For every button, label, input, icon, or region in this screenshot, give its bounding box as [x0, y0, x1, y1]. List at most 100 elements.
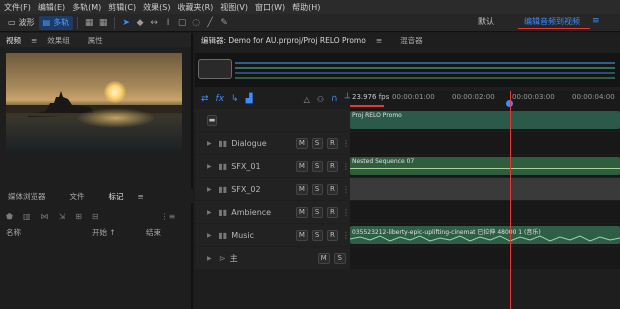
timeline-ruler[interactable]: 23.976 fps 00:00:01:00 00:00:02:00 00:00…	[350, 91, 620, 109]
spectral-view-icon[interactable]: ▦	[82, 17, 96, 29]
track-name[interactable]: Ambience	[231, 208, 292, 217]
waveform-button[interactable]: ▭ 波形	[4, 16, 39, 30]
solo-button[interactable]: S	[311, 137, 323, 149]
marquee-tool-icon[interactable]: ▢	[175, 17, 189, 29]
track-name[interactable]: Dialogue	[231, 139, 292, 148]
marker-add-icon[interactable]: ⬟	[6, 212, 13, 221]
menu-window[interactable]: 窗口(W)	[255, 2, 285, 13]
column-end[interactable]: 结束	[146, 227, 161, 238]
workspace-active[interactable]: 编辑音频到视频	[524, 16, 580, 27]
menu-effects[interactable]: 效果(S)	[143, 2, 170, 13]
eq-icon[interactable]: ▟	[246, 94, 253, 104]
solo-button[interactable]: S	[333, 252, 346, 264]
merge-icon[interactable]: ⋈	[41, 212, 49, 221]
tab-editor[interactable]: 编辑器: Demo for AU.prproj/Proj RELO Promo	[201, 35, 366, 46]
razor-tool-icon[interactable]: ◆	[133, 17, 147, 29]
solo-button[interactable]: S	[311, 229, 323, 241]
track-name[interactable]: SFX_02	[231, 185, 292, 194]
export-icon[interactable]: ⇲	[59, 212, 66, 221]
expand-arrow-icon[interactable]: ▶	[207, 232, 214, 239]
slip-tool-icon[interactable]: ↔	[147, 17, 161, 29]
music-clip[interactable]: 035523212-liberty-epic-uplifting-cinemat…	[350, 226, 620, 244]
record-button[interactable]: R	[326, 183, 339, 195]
record-button[interactable]: R	[326, 206, 339, 218]
track-lane[interactable]	[350, 178, 620, 200]
metronome-icon[interactable]: △	[304, 95, 310, 104]
track-name[interactable]: Music	[231, 231, 292, 240]
expand-arrow-icon[interactable]: ▶	[207, 163, 214, 170]
track-lane[interactable]: Nested Sequence 07	[350, 155, 620, 177]
multitrack-button[interactable]: ▤ 多轨	[38, 15, 74, 30]
expand-arrow-icon[interactable]: ▶	[207, 209, 214, 216]
spot-healing-icon[interactable]: ✎	[217, 17, 231, 29]
track-lane[interactable]: Proj RELO Promo	[350, 109, 620, 131]
video-clip[interactable]: Proj RELO Promo	[350, 111, 620, 129]
insert-playlist-icon[interactable]: ⊞	[75, 212, 82, 221]
more-icon[interactable]: ⋮	[342, 139, 350, 148]
mute-button[interactable]: M	[296, 229, 308, 241]
time-selection-icon[interactable]: I	[161, 17, 175, 29]
pitch-icon[interactable]: ⚇	[317, 95, 324, 104]
more-icon[interactable]: ⋮	[342, 231, 350, 240]
workspace-default[interactable]: 默认	[478, 16, 494, 27]
menu-multitrack[interactable]: 多轨(M)	[72, 2, 101, 13]
workspace-menu-icon[interactable]: ≡	[592, 16, 600, 26]
marker-options-icon[interactable]: ⋮≡	[161, 212, 176, 221]
menu-file[interactable]: 文件(F)	[4, 2, 31, 13]
session-overview[interactable]	[195, 53, 620, 87]
mute-button[interactable]: M	[296, 206, 308, 218]
pitch-view-icon[interactable]: ▦	[96, 17, 110, 29]
inputs-outputs-icon[interactable]: ⇄	[201, 94, 209, 104]
tab-effects-rack[interactable]: 效果组	[47, 35, 70, 46]
tab-files[interactable]: 文件	[70, 191, 85, 202]
tab-media-browser[interactable]: 媒体浏览器	[8, 191, 46, 202]
solo-button[interactable]: S	[311, 183, 323, 195]
solo-button[interactable]: S	[311, 160, 323, 172]
more-icon[interactable]: ⋮	[342, 208, 350, 217]
playhead[interactable]	[510, 91, 511, 309]
selection-range[interactable]	[350, 105, 384, 107]
panel-menu-icon[interactable]: ≡	[138, 192, 144, 201]
snap-icon[interactable]: ∩	[331, 94, 338, 104]
track-lane[interactable]: 035523212-liberty-epic-uplifting-cinemat…	[350, 224, 620, 246]
column-name[interactable]: 名称	[6, 227, 92, 238]
track-name[interactable]: 主	[230, 253, 314, 264]
track-lane[interactable]	[350, 247, 620, 269]
solo-button[interactable]: S	[311, 206, 323, 218]
mute-button[interactable]: M	[296, 183, 308, 195]
panel-menu-icon[interactable]: ≡	[376, 36, 382, 45]
menu-clip[interactable]: 剪辑(C)	[108, 2, 136, 13]
column-start[interactable]: 开始 ↑	[92, 227, 146, 238]
mute-button[interactable]: M	[317, 252, 330, 264]
expand-arrow-icon[interactable]: ▶	[207, 255, 215, 262]
record-button[interactable]: R	[326, 137, 339, 149]
sends-icon[interactable]: ↳	[231, 94, 239, 104]
track-name[interactable]: SFX_01	[231, 162, 292, 171]
brush-tool-icon[interactable]: ╱	[203, 17, 217, 29]
overview-viewport[interactable]	[198, 59, 232, 79]
tab-properties[interactable]: 属性	[88, 35, 103, 46]
track-lane[interactable]	[350, 201, 620, 223]
menu-view[interactable]: 视图(V)	[220, 2, 248, 13]
move-tool-icon[interactable]: ➤	[119, 17, 133, 29]
menu-edit[interactable]: 编辑(E)	[38, 2, 65, 13]
tab-markers[interactable]: 标记	[109, 191, 124, 202]
mute-button[interactable]: M	[296, 137, 308, 149]
record-button[interactable]: R	[326, 229, 339, 241]
more-icon[interactable]: ⋮	[342, 162, 350, 171]
panel-menu-icon[interactable]: ≡	[31, 36, 37, 45]
expand-arrow-icon[interactable]: ▶	[207, 140, 214, 147]
tab-video[interactable]: 视频	[6, 35, 21, 46]
trash-icon[interactable]: ▥	[23, 212, 31, 221]
tab-mixer[interactable]: 混音器	[400, 35, 423, 46]
batch-process-icon[interactable]: ⊟	[92, 212, 99, 221]
expand-arrow-icon[interactable]: ▶	[207, 186, 214, 193]
lasso-tool-icon[interactable]: ◌	[189, 17, 203, 29]
more-icon[interactable]: ⋮	[342, 185, 350, 194]
menu-favorites[interactable]: 收藏夹(R)	[177, 2, 213, 13]
audio-clip[interactable]: Nested Sequence 07	[350, 157, 620, 175]
record-button[interactable]: R	[326, 160, 339, 172]
mute-button[interactable]: M	[296, 160, 308, 172]
track-lane[interactable]	[350, 132, 620, 154]
menu-help[interactable]: 帮助(H)	[292, 2, 320, 13]
